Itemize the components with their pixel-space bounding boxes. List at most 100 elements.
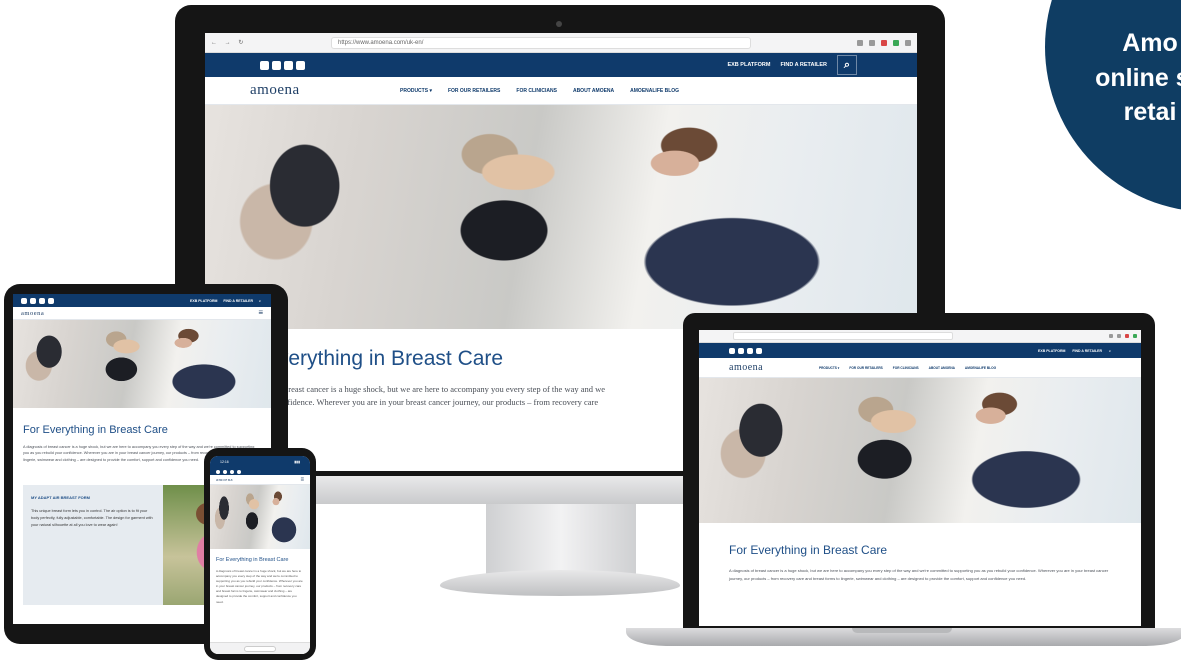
nav-blog[interactable]: AMOENALIFE BLOG bbox=[965, 366, 996, 370]
social-icons bbox=[260, 60, 305, 70]
laptop-address-bar[interactable] bbox=[733, 332, 953, 340]
nav-clinicians[interactable]: FOR CLINICIANS bbox=[516, 88, 557, 94]
util-link-exb[interactable]: EXB PLATFORM bbox=[1038, 349, 1065, 353]
site-logo[interactable]: amoena bbox=[216, 477, 233, 482]
extension-icon[interactable] bbox=[1117, 334, 1121, 338]
instagram-icon[interactable] bbox=[738, 347, 744, 354]
youtube-icon[interactable] bbox=[756, 347, 762, 354]
promo-badge-text: Amo online sh retai bbox=[1040, 26, 1181, 130]
extension-icon[interactable] bbox=[1133, 334, 1137, 338]
extension-icon[interactable] bbox=[857, 39, 863, 46]
hamburger-menu-icon[interactable]: ≡ bbox=[300, 477, 304, 483]
extension-icon[interactable] bbox=[1109, 334, 1113, 338]
youtube-icon[interactable] bbox=[48, 297, 54, 304]
monitor-stand-foot bbox=[440, 570, 680, 596]
device-showcase: Amo online sh retai ← → ↻ https://www.am… bbox=[0, 0, 1181, 661]
youtube-icon[interactable] bbox=[237, 469, 241, 474]
phone-screen: 12:16 ▮▮▮ amoena ≡ For Everything in Bre… bbox=[210, 456, 310, 654]
extension-icon[interactable] bbox=[893, 39, 899, 46]
laptop-main-nav: PRODUCTS ▾ FOR OUR RETAILERS FOR CLINICI… bbox=[819, 366, 996, 370]
search-icon[interactable]: ⌕ bbox=[1109, 349, 1111, 353]
util-link-find-retailer[interactable]: FIND A RETAILER bbox=[223, 299, 253, 303]
hero-title: For Everything in Breast Care bbox=[23, 424, 168, 436]
hero-title: For Everything in Breast Care bbox=[729, 543, 888, 557]
badge-line-2: online sh bbox=[1095, 63, 1181, 92]
linkedin-icon[interactable] bbox=[230, 469, 234, 474]
linkedin-icon[interactable] bbox=[747, 347, 753, 354]
laptop-site-topbar: EXB PLATFORM FIND A RETAILER ⌕ bbox=[699, 343, 1141, 358]
badge-line-3: retai bbox=[1123, 98, 1177, 126]
tablet-hero-image bbox=[13, 320, 271, 408]
nav-retailers[interactable]: FOR OUR RETAILERS bbox=[849, 366, 882, 370]
phone-hero-image bbox=[210, 485, 310, 549]
facebook-icon[interactable] bbox=[260, 60, 269, 70]
main-nav: PRODUCTS ▾ FOR OUR RETAILERS FOR CLINICI… bbox=[400, 88, 679, 94]
browser-nav-icons[interactable]: ← → ↻ bbox=[211, 39, 261, 46]
phone-hero-content: For Everything in Breast Care A diagnosi… bbox=[210, 549, 310, 605]
nav-about[interactable]: ABOUT AMOENA bbox=[929, 366, 955, 370]
nav-retailers[interactable]: FOR OUR RETAILERS bbox=[448, 88, 500, 94]
monitor-stand-neck bbox=[486, 504, 636, 574]
site-logo[interactable]: amoena bbox=[250, 82, 400, 99]
util-link-exb[interactable]: EXB PLATFORM bbox=[190, 299, 217, 303]
nav-products[interactable]: PRODUCTS ▾ bbox=[400, 88, 432, 94]
hamburger-menu-icon[interactable]: ≡ bbox=[258, 309, 263, 317]
nav-products[interactable]: PRODUCTS ▾ bbox=[819, 366, 839, 370]
browser-extension-icons bbox=[857, 39, 911, 46]
laptop-extension-icons bbox=[1109, 334, 1137, 338]
util-link-find-retailer[interactable]: FIND A RETAILER bbox=[780, 62, 827, 68]
tablet-utility-links: EXB PLATFORM FIND A RETAILER ⌕ bbox=[190, 299, 261, 303]
laptop-browser-toolbar bbox=[699, 330, 1141, 343]
instagram-icon[interactable] bbox=[223, 469, 227, 474]
extension-icon[interactable] bbox=[1125, 334, 1129, 338]
address-bar-url: https://www.amoena.com/uk-en/ bbox=[338, 39, 424, 46]
hero-image bbox=[205, 105, 917, 329]
camera-icon bbox=[556, 21, 562, 27]
laptop-social-icons bbox=[729, 347, 762, 354]
laptop-hero-content: For Everything in Breast Care A diagnosi… bbox=[699, 523, 1141, 582]
tablet-social-icons bbox=[21, 297, 54, 304]
tablet-site-topbar: EXB PLATFORM FIND A RETAILER ⌕ bbox=[13, 294, 271, 307]
promo-card-text: MY ADAPT AIR BREAST FORM This unique bre… bbox=[23, 485, 163, 605]
phone-social-icons bbox=[216, 469, 241, 474]
nav-about[interactable]: ABOUT AMOENA bbox=[573, 88, 614, 94]
phone-address-bar[interactable] bbox=[210, 642, 310, 654]
nav-blog[interactable]: AMOENALIFE BLOG bbox=[630, 88, 679, 94]
phone-status-bar: 12:16 ▮▮▮ bbox=[210, 456, 310, 468]
phone-url-field[interactable] bbox=[244, 645, 276, 652]
site-topbar: EXB PLATFORM FIND A RETAILER ⌕ bbox=[205, 53, 917, 77]
instagram-icon[interactable] bbox=[272, 60, 281, 70]
address-bar[interactable]: https://www.amoena.com/uk-en/ bbox=[331, 36, 751, 49]
tablet-site-navbar: amoena ≡ bbox=[13, 307, 271, 320]
extension-icon[interactable] bbox=[881, 39, 887, 46]
instagram-icon[interactable] bbox=[30, 297, 36, 304]
laptop-screen: EXB PLATFORM FIND A RETAILER ⌕ amoena PR… bbox=[699, 330, 1141, 626]
nav-clinicians[interactable]: FOR CLINICIANS bbox=[893, 366, 919, 370]
laptop-hero-image bbox=[699, 378, 1141, 523]
badge-line-1: Amo bbox=[1122, 29, 1178, 57]
util-link-find-retailer[interactable]: FIND A RETAILER bbox=[1072, 349, 1102, 353]
linkedin-icon[interactable] bbox=[284, 60, 293, 70]
menu-icon[interactable] bbox=[905, 39, 911, 46]
hero-text: A diagnosis of breast cancer is a huge s… bbox=[216, 569, 303, 604]
utility-links: EXB PLATFORM FIND A RETAILER ⌕ bbox=[727, 55, 857, 75]
status-time: 12:16 bbox=[220, 460, 229, 464]
linkedin-icon[interactable] bbox=[39, 297, 45, 304]
youtube-icon[interactable] bbox=[296, 60, 305, 70]
search-icon[interactable]: ⌕ bbox=[837, 55, 857, 75]
site-logo[interactable]: amoena bbox=[21, 310, 44, 317]
facebook-icon[interactable] bbox=[216, 469, 220, 474]
extension-icon[interactable] bbox=[869, 39, 875, 46]
facebook-icon[interactable] bbox=[21, 297, 27, 304]
util-link-exb[interactable]: EXB PLATFORM bbox=[727, 62, 770, 68]
facebook-icon[interactable] bbox=[729, 347, 735, 354]
hero-title: For Everything in Breast Care bbox=[216, 557, 289, 563]
search-icon[interactable]: ⌕ bbox=[259, 299, 261, 303]
browser-toolbar: ← → ↻ https://www.amoena.com/uk-en/ bbox=[205, 33, 917, 53]
site-logo[interactable]: amoena bbox=[729, 362, 819, 373]
phone-site-navbar: amoena ≡ bbox=[210, 475, 310, 485]
phone-site-topbar bbox=[210, 468, 310, 475]
promo-card-title: MY ADAPT AIR BREAST FORM bbox=[31, 495, 90, 501]
hero-text: A diagnosis of breast cancer is a huge s… bbox=[729, 568, 1109, 581]
site-navbar: amoena PRODUCTS ▾ FOR OUR RETAILERS FOR … bbox=[205, 77, 917, 105]
